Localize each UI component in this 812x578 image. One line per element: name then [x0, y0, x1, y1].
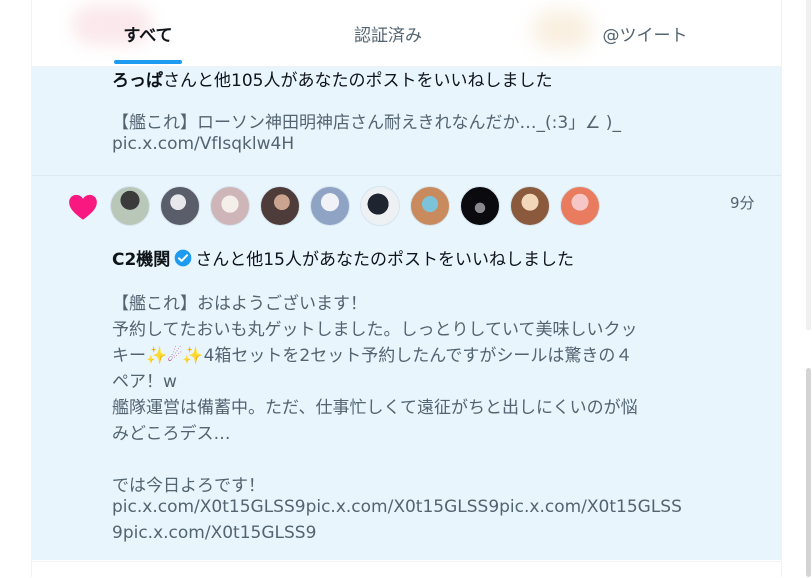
scrollbar-track-upper	[806, 0, 811, 330]
post-text-line: 艦隊運営は備蓄中。ただ、仕事忙しくて遠征がちと出しにくいのが悩	[112, 398, 638, 418]
post-text-line: 予約してたおいも丸ゲットしました。しっとりしていて美味しいクッ	[112, 320, 638, 340]
heart-icon	[69, 194, 97, 220]
avatar[interactable]	[260, 186, 300, 226]
post-text-line: キー✨☄✨4箱セットを2セット予約したんですがシールは驚きの４	[112, 341, 632, 366]
avatar[interactable]	[310, 186, 350, 226]
sparkles-icon: ✨	[146, 346, 168, 366]
actor-name[interactable]: C2機関	[112, 250, 170, 270]
sparkles-icon: ✨	[182, 346, 204, 366]
notification-title: ろっぱさんと他105人があなたのポストをいいねしました	[112, 66, 552, 91]
post-link[interactable]: pic.x.com/VfIsqklw4H	[112, 134, 294, 154]
tab-mentions-label: @ツイート	[602, 25, 688, 46]
comet-icon: ☄	[167, 346, 183, 366]
blurred-background	[532, 10, 592, 50]
verified-badge-icon	[174, 249, 192, 267]
active-tab-indicator	[114, 60, 182, 64]
tab-verified-label: 認証済み	[354, 25, 422, 46]
post-link[interactable]: pic.x.com/X0t15GLSS9pic.x.com/X0t15GLSS9…	[112, 497, 682, 517]
notification-title: C2機関 さんと他15人があなたのポストをいいねしました	[112, 245, 574, 270]
post-text-line: 【艦これ】ローソン神田明神店さん耐えきれなんだか…_(:3」∠ )_	[112, 113, 621, 133]
post-link[interactable]: 9pic.x.com/X0t15GLSS9	[112, 523, 316, 543]
right-border	[781, 0, 782, 577]
tab-all-label: すべて	[123, 25, 173, 46]
tab-all[interactable]: すべて	[98, 0, 198, 66]
post-text-line: 【艦これ】おはようございます！	[112, 294, 367, 314]
avatar[interactable]	[110, 186, 150, 226]
actor-name[interactable]: ろっぱ	[112, 71, 163, 91]
avatar[interactable]	[510, 186, 550, 226]
post-text-fragment: キー	[112, 346, 146, 366]
post-text-line: では今日よろです！	[112, 476, 265, 496]
avatar[interactable]	[210, 186, 250, 226]
notification-action: さんと他105人があなたのポストをいいねしました	[163, 71, 553, 91]
post-text-fragment: 4箱セットを2セット予約したんですがシールは驚きの４	[203, 346, 633, 366]
avatar[interactable]	[460, 186, 500, 226]
tab-mentions[interactable]: @ツイート	[590, 0, 700, 66]
avatar[interactable]	[360, 186, 400, 226]
avatar[interactable]	[560, 186, 600, 226]
next-notification[interactable]	[32, 561, 781, 578]
avatar[interactable]	[160, 186, 200, 226]
scrollbar-thumb[interactable]	[806, 368, 811, 577]
notification-action: さんと他15人があなたのポストをいいねしました	[195, 250, 574, 270]
post-text-line: ペア！w	[112, 372, 177, 392]
tab-verified[interactable]: 認証済み	[338, 0, 438, 66]
avatar[interactable]	[410, 186, 450, 226]
post-text-line: みどころデス…	[112, 424, 231, 444]
timestamp[interactable]: 9分	[730, 192, 755, 213]
